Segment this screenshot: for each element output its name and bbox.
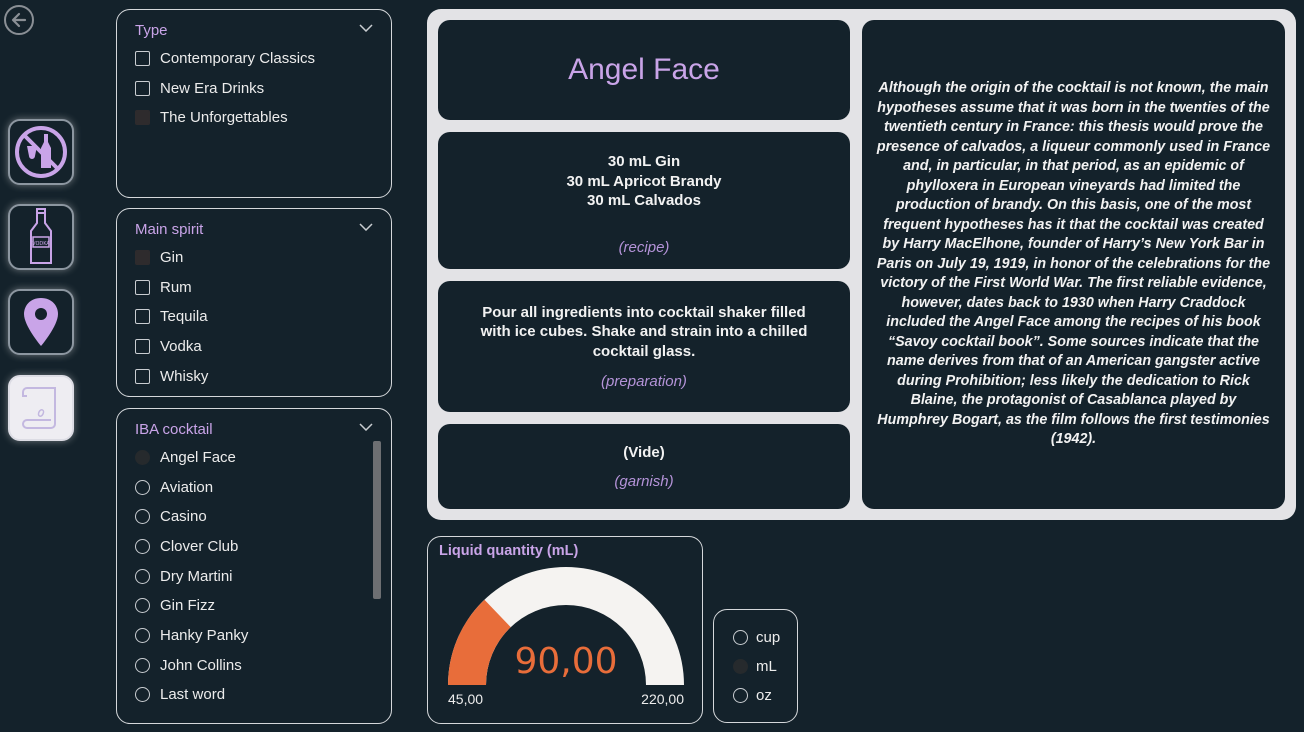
nav-spirits-button[interactable]: VODKA	[8, 204, 74, 270]
vodka-bottle-icon: VODKA	[30, 208, 52, 264]
scrollbar[interactable]	[373, 441, 381, 599]
back-button[interactable]	[4, 5, 34, 35]
nav-origin-map-button[interactable]	[8, 289, 74, 355]
unit-option-ml[interactable]: mL	[733, 655, 777, 677]
preparation-card: Pour all ingredients into cocktail shake…	[438, 281, 850, 412]
type-option[interactable]: The Unforgettables	[135, 106, 288, 128]
main-spirit-slicer-title: Main spirit	[135, 221, 204, 238]
nav-non-alcoholic-button[interactable]	[8, 119, 74, 185]
cocktail-option[interactable]: Last word	[135, 683, 225, 705]
scroll-icon	[21, 387, 56, 429]
recipe-line: 30 mL Gin	[607, 153, 681, 170]
gauge-min: 45,00	[448, 691, 484, 707]
cocktail-name: Angel Face	[568, 53, 720, 86]
unit-selector: cup mL oz	[713, 609, 798, 723]
spirit-option[interactable]: Whisky	[135, 365, 208, 387]
radio[interactable]	[135, 657, 150, 673]
recipe-line: 30 mL Apricot Brandy	[566, 172, 722, 190]
recipe-caption: (recipe)	[618, 238, 670, 256]
garnish-text: (Vide)	[623, 443, 665, 461]
checkbox[interactable]	[135, 308, 150, 324]
nav-history-button[interactable]	[8, 375, 74, 441]
spirit-option[interactable]: Gin	[135, 246, 183, 268]
radio[interactable]	[135, 479, 150, 495]
radio[interactable]	[135, 568, 150, 584]
spirit-option[interactable]: Rum	[135, 276, 192, 298]
recipe-card: 30 mL Gin 30 mL Apricot Brandy 30 mL Cal…	[438, 132, 850, 269]
main-spirit-slicer: Main spirit Gin Rum Tequila Vodka Whisky	[116, 208, 392, 397]
cocktail-option[interactable]: Clover Club	[135, 535, 238, 557]
liquid-quantity-gauge: Liquid quantity (mL) 90,00 45,00 220,00	[427, 536, 703, 724]
iba-cocktail-slicer: IBA cocktail Angel Face Aviation Casino …	[116, 408, 392, 724]
spirit-option[interactable]: Vodka	[135, 335, 202, 357]
cocktail-option[interactable]: Dry Martini	[135, 565, 233, 587]
arrow-left-icon	[11, 12, 27, 28]
radio[interactable]	[135, 508, 150, 524]
preparation-caption: (preparation)	[601, 373, 687, 391]
cocktail-option[interactable]: Casino	[135, 505, 207, 527]
type-slicer-title: Type	[135, 22, 168, 39]
checkbox[interactable]	[135, 249, 150, 265]
gauge-value: 90,00	[514, 641, 618, 682]
chevron-down-icon[interactable]	[359, 423, 373, 431]
checkbox[interactable]	[135, 368, 150, 384]
history-card: Although the origin of the cocktail is n…	[862, 20, 1285, 509]
chevron-down-icon[interactable]	[359, 223, 373, 231]
spirit-option[interactable]: Tequila	[135, 305, 208, 327]
unit-option-cup[interactable]: cup	[733, 626, 780, 648]
checkbox[interactable]	[135, 338, 150, 354]
type-option[interactable]: New Era Drinks	[135, 77, 264, 99]
radio[interactable]	[135, 686, 150, 702]
map-pin-icon	[24, 298, 58, 346]
radio[interactable]	[135, 538, 150, 554]
cocktail-option[interactable]: John Collins	[135, 654, 242, 676]
gauge-max: 220,00	[641, 691, 684, 707]
checkbox[interactable]	[135, 109, 150, 125]
radio[interactable]	[135, 449, 150, 465]
checkbox[interactable]	[135, 50, 150, 66]
cocktail-detail-card: Angel Face 30 mL Gin 30 mL Apricot Brand…	[427, 9, 1296, 520]
cocktail-option[interactable]: Hanky Panky	[135, 624, 248, 646]
radio[interactable]	[733, 687, 748, 703]
cocktail-option[interactable]: Angel Face	[135, 446, 236, 468]
radio[interactable]	[135, 597, 150, 613]
iba-cocktail-slicer-title: IBA cocktail	[135, 421, 213, 438]
cocktail-option[interactable]: Gin Fizz	[135, 594, 215, 616]
no-alcohol-icon	[15, 126, 67, 178]
garnish-caption: (garnish)	[614, 473, 674, 491]
recipe-line: 30 mL Calvados	[587, 192, 701, 209]
type-slicer: Type Contemporary Classics New Era Drink…	[116, 9, 392, 198]
preparation-text: Pour all ingredients into cocktail shake…	[480, 303, 808, 360]
garnish-card: (Vide) (garnish)	[438, 424, 850, 509]
cocktail-option[interactable]: Aviation	[135, 476, 213, 498]
history-text: Although the origin of the cocktail is n…	[876, 80, 1271, 448]
radio[interactable]	[733, 658, 748, 674]
type-option[interactable]: Contemporary Classics	[135, 47, 315, 69]
cocktail-name-card: Angel Face	[438, 20, 850, 120]
radio[interactable]	[733, 629, 748, 645]
checkbox[interactable]	[135, 279, 150, 295]
chevron-down-icon[interactable]	[359, 24, 373, 32]
checkbox[interactable]	[135, 80, 150, 96]
radio[interactable]	[135, 627, 150, 643]
unit-option-oz[interactable]: oz	[733, 684, 772, 706]
svg-text:VODKA: VODKA	[32, 241, 50, 247]
